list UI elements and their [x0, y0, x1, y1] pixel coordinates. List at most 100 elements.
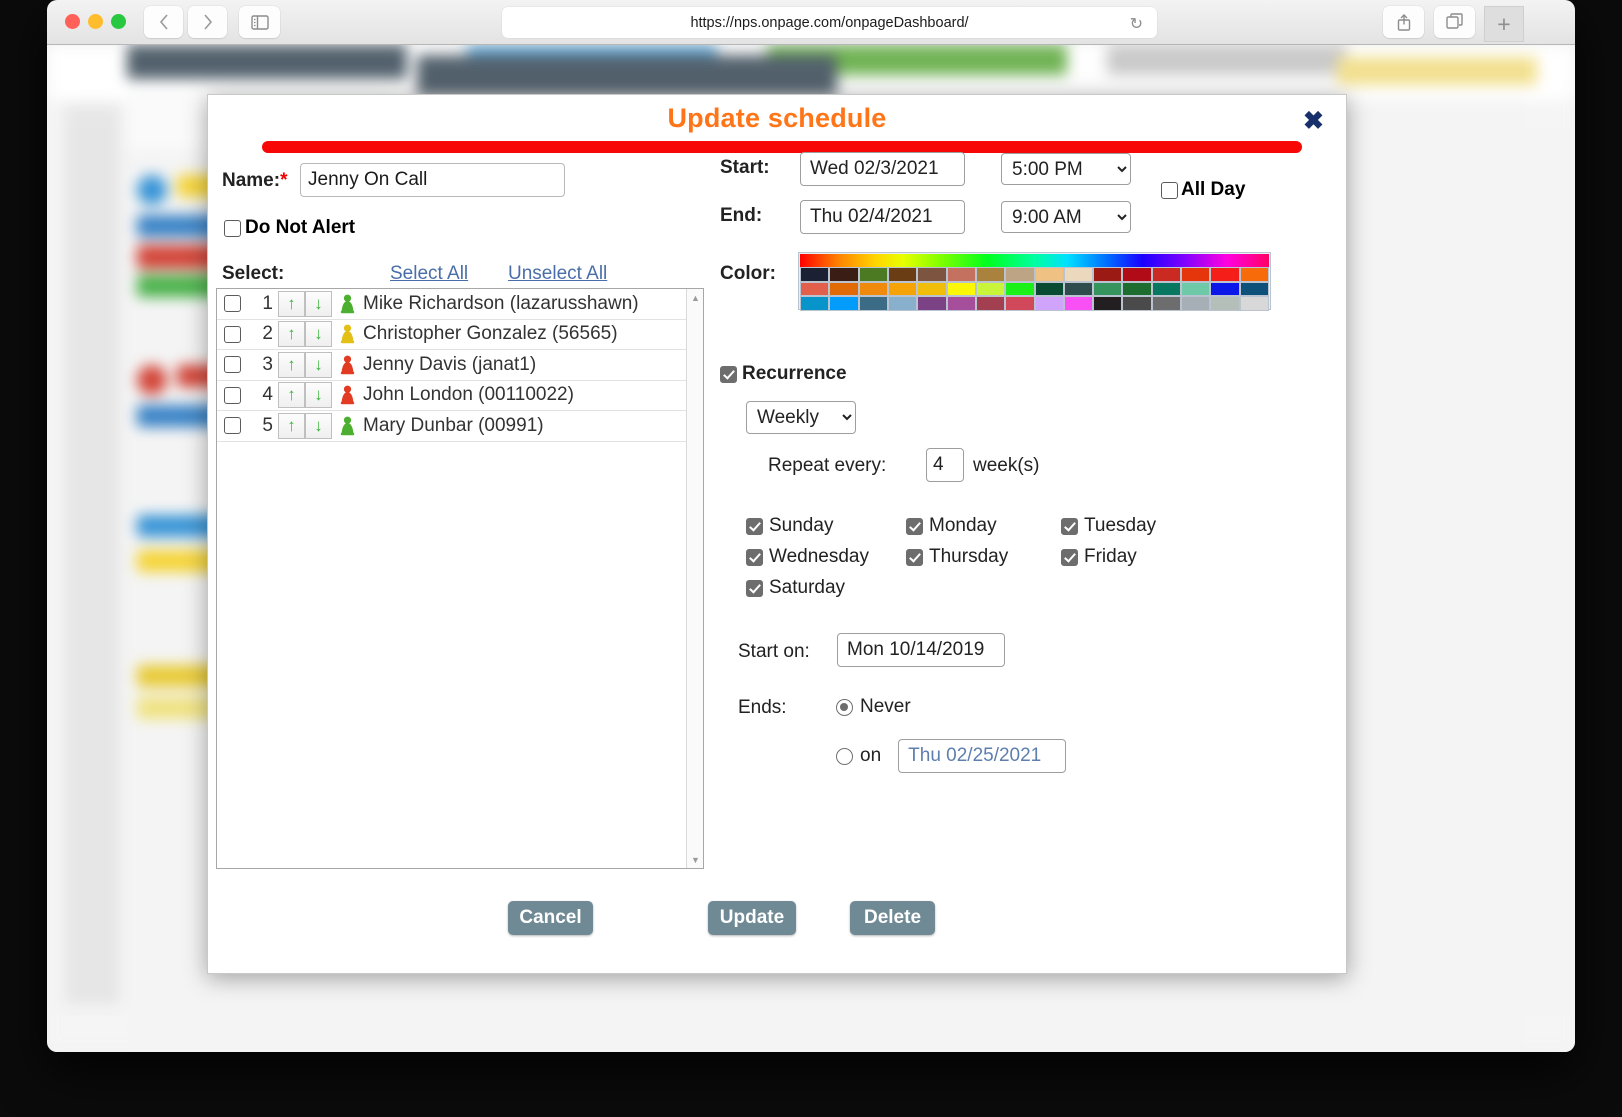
all-day-checkbox[interactable]	[1161, 181, 1178, 199]
user-list-scrollbar[interactable]: ▲ ▼	[686, 289, 703, 868]
table-row[interactable]: 1 ↑ ↓ Mike Richardson (lazarusshawn)	[217, 289, 703, 320]
user-select-checkbox[interactable]	[224, 417, 241, 435]
move-up-button[interactable]: ↑	[278, 382, 305, 409]
weekday-checkbox-cell[interactable]: Thursday	[906, 546, 1061, 568]
address-bar[interactable]: https://nps.onpage.com/onpageDashboard/ …	[502, 7, 1157, 38]
ends-on-radio[interactable]	[836, 747, 853, 765]
unselect-all-link[interactable]: Unselect All	[508, 263, 607, 285]
color-swatch[interactable]	[1181, 267, 1211, 282]
table-row[interactable]: 5 ↑ ↓ Mary Dunbar (00991)	[217, 411, 703, 442]
reload-icon[interactable]: ↻	[1130, 14, 1143, 34]
color-swatch[interactable]	[1122, 267, 1152, 282]
weekday-checkbox-cell[interactable]: Wednesday	[746, 546, 906, 568]
color-swatch[interactable]	[1122, 281, 1152, 297]
color-swatch[interactable]	[1239, 267, 1269, 282]
move-down-button[interactable]: ↓	[305, 412, 332, 439]
move-up-button[interactable]: ↑	[278, 321, 305, 348]
color-swatch[interactable]	[1063, 267, 1094, 282]
color-swatch[interactable]	[946, 267, 976, 282]
move-up-button[interactable]: ↑	[278, 412, 305, 439]
color-swatch[interactable]	[829, 267, 859, 282]
weekday-checkbox-cell[interactable]: Sunday	[746, 515, 906, 537]
update-button[interactable]: Update	[708, 901, 796, 935]
select-all-link[interactable]: Select All	[390, 263, 468, 285]
user-select-checkbox[interactable]	[224, 295, 241, 313]
repeat-interval-input[interactable]	[926, 448, 964, 482]
end-time-select[interactable]: 12:00 AM5:00 PM9:00 AM	[1001, 201, 1131, 233]
start-date-input[interactable]	[800, 152, 965, 186]
recurrence-row[interactable]: Recurrence	[720, 363, 847, 385]
color-swatch[interactable]	[1005, 281, 1035, 297]
color-swatch[interactable]	[1063, 296, 1094, 311]
color-swatch[interactable]	[1122, 296, 1152, 311]
color-swatch[interactable]	[1239, 281, 1269, 297]
user-select-checkbox[interactable]	[224, 386, 241, 404]
end-date-input[interactable]	[800, 200, 965, 234]
color-swatch[interactable]	[975, 267, 1006, 282]
scroll-down-icon[interactable]: ▼	[687, 851, 703, 868]
color-swatch[interactable]	[1151, 281, 1182, 297]
weekday-checkbox-cell[interactable]: Monday	[906, 515, 1061, 537]
weekday-checkbox[interactable]	[906, 548, 923, 566]
ends-on-row[interactable]: on	[836, 739, 1067, 773]
weekday-checkbox[interactable]	[746, 579, 763, 597]
color-swatch[interactable]	[1093, 281, 1123, 297]
weekday-checkbox-cell[interactable]: Saturday	[746, 577, 906, 599]
color-swatch[interactable]	[800, 281, 830, 297]
color-swatch[interactable]	[1181, 296, 1211, 311]
move-down-button[interactable]: ↓	[305, 382, 332, 409]
color-swatch[interactable]	[1063, 281, 1094, 297]
start-time-select[interactable]: 12:00 AM5:00 PM9:00 AM	[1001, 153, 1131, 185]
color-swatch[interactable]	[829, 281, 859, 297]
color-swatch[interactable]	[800, 267, 830, 282]
all-day-row[interactable]: All Day	[1161, 179, 1245, 201]
color-swatch[interactable]	[975, 296, 1006, 311]
color-swatch[interactable]	[858, 267, 888, 282]
move-down-button[interactable]: ↓	[305, 351, 332, 378]
color-swatch[interactable]	[946, 281, 976, 297]
window-maximize-button[interactable]	[111, 14, 126, 29]
color-swatch[interactable]	[1005, 267, 1035, 282]
window-close-button[interactable]	[65, 14, 80, 29]
weekday-checkbox[interactable]	[746, 548, 763, 566]
sidebar-toggle-button[interactable]	[239, 6, 280, 38]
color-swatch[interactable]	[858, 281, 888, 297]
show-tabs-button[interactable]	[1434, 6, 1475, 38]
weekday-checkbox-cell[interactable]: Friday	[1061, 546, 1137, 568]
color-swatch[interactable]	[1181, 281, 1211, 297]
weekday-checkbox[interactable]	[1061, 517, 1078, 535]
color-swatch[interactable]	[917, 267, 947, 282]
color-swatch[interactable]	[1093, 267, 1123, 282]
forward-button[interactable]	[188, 6, 227, 38]
color-swatch[interactable]	[1210, 281, 1240, 297]
color-swatch[interactable]	[1151, 267, 1182, 282]
color-swatch[interactable]	[800, 296, 830, 311]
back-button[interactable]	[144, 6, 183, 38]
hue-gradient-strip[interactable]	[800, 254, 1269, 267]
color-swatch[interactable]	[858, 296, 888, 311]
do-not-alert-checkbox[interactable]	[224, 219, 241, 237]
color-swatch[interactable]	[887, 296, 918, 311]
weekday-checkbox[interactable]	[746, 517, 763, 535]
color-swatch[interactable]	[1239, 296, 1269, 311]
schedule-name-input[interactable]	[300, 163, 565, 197]
color-swatch[interactable]	[1210, 267, 1240, 282]
move-up-button[interactable]: ↑	[278, 351, 305, 378]
move-down-button[interactable]: ↓	[305, 290, 332, 317]
table-row[interactable]: 3 ↑ ↓ Jenny Davis (janat1)	[217, 350, 703, 381]
color-swatch[interactable]	[1034, 296, 1064, 311]
cancel-button[interactable]: Cancel	[508, 901, 593, 935]
color-swatch[interactable]	[1093, 296, 1123, 311]
color-swatch[interactable]	[946, 296, 976, 311]
close-icon[interactable]: ✖	[1303, 109, 1324, 134]
color-swatch[interactable]	[887, 267, 918, 282]
color-swatch[interactable]	[975, 281, 1006, 297]
ends-never-radio[interactable]	[836, 698, 853, 716]
user-select-checkbox[interactable]	[224, 325, 241, 343]
start-on-date-input[interactable]	[837, 633, 1005, 667]
do-not-alert-row[interactable]: Do Not Alert	[224, 217, 355, 239]
new-tab-button[interactable]: +	[1484, 6, 1524, 42]
weekday-checkbox[interactable]	[906, 517, 923, 535]
table-row[interactable]: 2 ↑ ↓ Christopher Gonzalez (56565)	[217, 320, 703, 350]
weekday-checkbox[interactable]	[1061, 548, 1078, 566]
